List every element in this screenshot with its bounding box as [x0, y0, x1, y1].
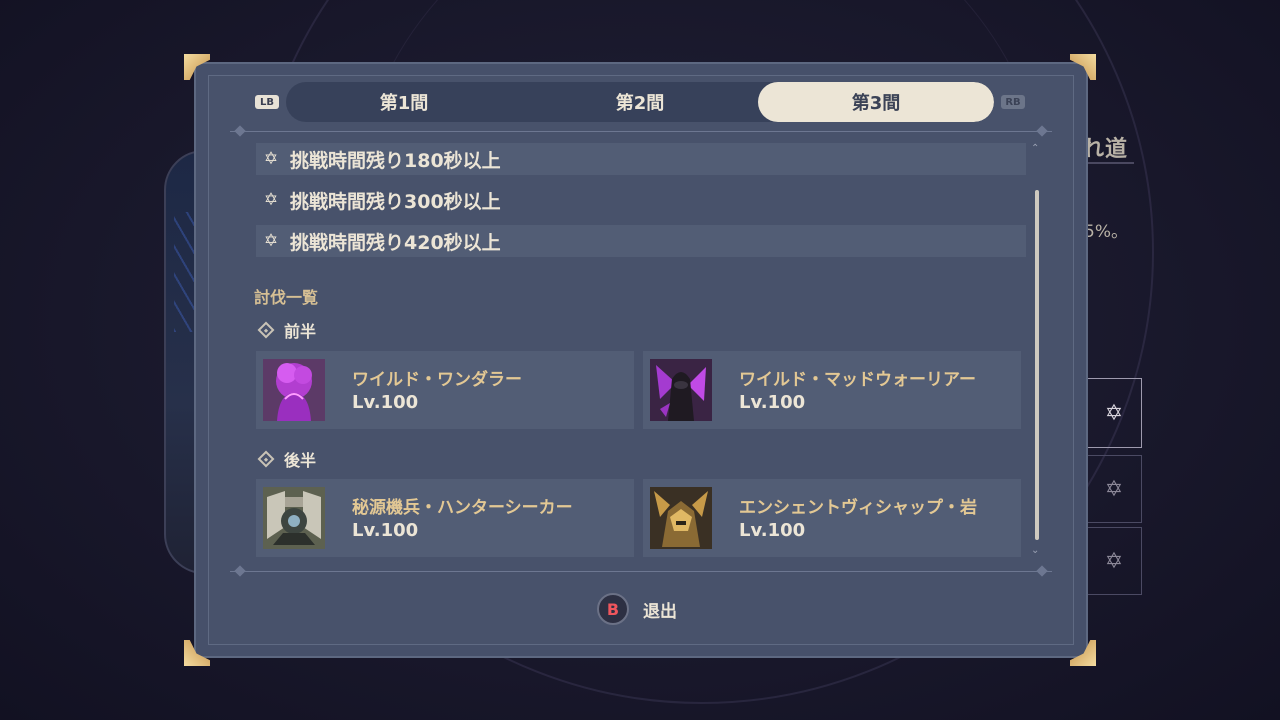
first-half-header: 前半	[256, 318, 316, 342]
background-star-slot-1: ✡	[1086, 378, 1142, 448]
enemy-card[interactable]: エンシェントヴィシャップ・岩 Lv.100	[643, 479, 1021, 557]
star-condition-row: ✡ 挑戦時間残り180秒以上	[256, 143, 1026, 175]
star-condition-row: ✡ 挑戦時間残り420秒以上	[256, 225, 1026, 257]
second-half-label: 後半	[284, 451, 317, 470]
star-icon: ✡	[1104, 400, 1124, 426]
dark-warrior-portrait	[650, 359, 712, 421]
star-icon: ✡	[263, 149, 279, 169]
ornamental-divider	[230, 131, 1052, 132]
enemy-level: Lv.100	[739, 520, 806, 541]
enemy-name: エンシェントヴィシャップ・岩	[739, 498, 977, 518]
enemy-level: Lv.100	[352, 520, 419, 541]
exit-button[interactable]: B 退出	[597, 593, 677, 625]
exit-label: 退出	[643, 601, 677, 622]
star-icon: ✡	[1104, 548, 1124, 574]
enemy-name: 秘源機兵・ハンターシーカー	[352, 498, 573, 518]
star-icon: ✡	[1104, 476, 1124, 502]
b-button-icon: B	[597, 593, 629, 625]
enemy-name: ワイルド・ワンダラー	[352, 370, 522, 390]
star-icon: ✡	[263, 190, 279, 210]
condition-text: 挑戦時間残り300秒以上	[290, 190, 501, 213]
first-half-label: 前半	[284, 322, 317, 341]
condition-text: 挑戦時間残り180秒以上	[290, 149, 501, 172]
scrollbar-thumb[interactable]	[1035, 190, 1039, 540]
rb-button-hint[interactable]: RB	[1001, 95, 1025, 109]
condition-text: 挑戦時間残り420秒以上	[290, 231, 501, 254]
diamond-icon	[257, 321, 275, 339]
tab-chamber-2[interactable]: 第2間	[522, 82, 758, 122]
background-right-title: れ道	[1082, 137, 1129, 162]
vishap-portrait	[650, 487, 712, 549]
ornamental-divider	[230, 571, 1052, 572]
second-half-header: 後半	[256, 447, 316, 471]
background-right-percent: 5%。	[1084, 222, 1128, 242]
lb-button-hint[interactable]: LB	[255, 95, 279, 109]
magenta-wanderer-portrait	[263, 359, 325, 421]
tab-chamber-1[interactable]: 第1間	[286, 82, 522, 122]
background-star-slot-3: ✡	[1086, 527, 1142, 595]
background-star-slot-2: ✡	[1086, 455, 1142, 523]
star-condition-row: ✡ 挑戦時間残り300秒以上	[256, 184, 1026, 216]
scroll-up-icon[interactable]: ⌃	[1031, 143, 1039, 154]
construct-portrait	[263, 487, 325, 549]
enemy-card[interactable]: ワイルド・マッドウォーリアー Lv.100	[643, 351, 1021, 429]
diamond-icon	[257, 450, 275, 468]
enemy-level: Lv.100	[739, 392, 806, 413]
star-icon: ✡	[263, 231, 279, 251]
enemy-name: ワイルド・マッドウォーリアー	[739, 370, 976, 390]
enemy-card[interactable]: ワイルド・ワンダラー Lv.100	[256, 351, 634, 429]
enemy-level: Lv.100	[352, 392, 419, 413]
tab-chamber-3[interactable]: 第3間	[758, 82, 994, 122]
scroll-down-icon[interactable]: ⌄	[1031, 545, 1039, 556]
enemy-list-title: 討伐一覧	[254, 288, 319, 307]
chamber-tab-bar: 第1間 第2間 第3間	[286, 82, 994, 122]
background-right-underline	[1082, 162, 1134, 164]
enemy-card[interactable]: 秘源機兵・ハンターシーカー Lv.100	[256, 479, 634, 557]
